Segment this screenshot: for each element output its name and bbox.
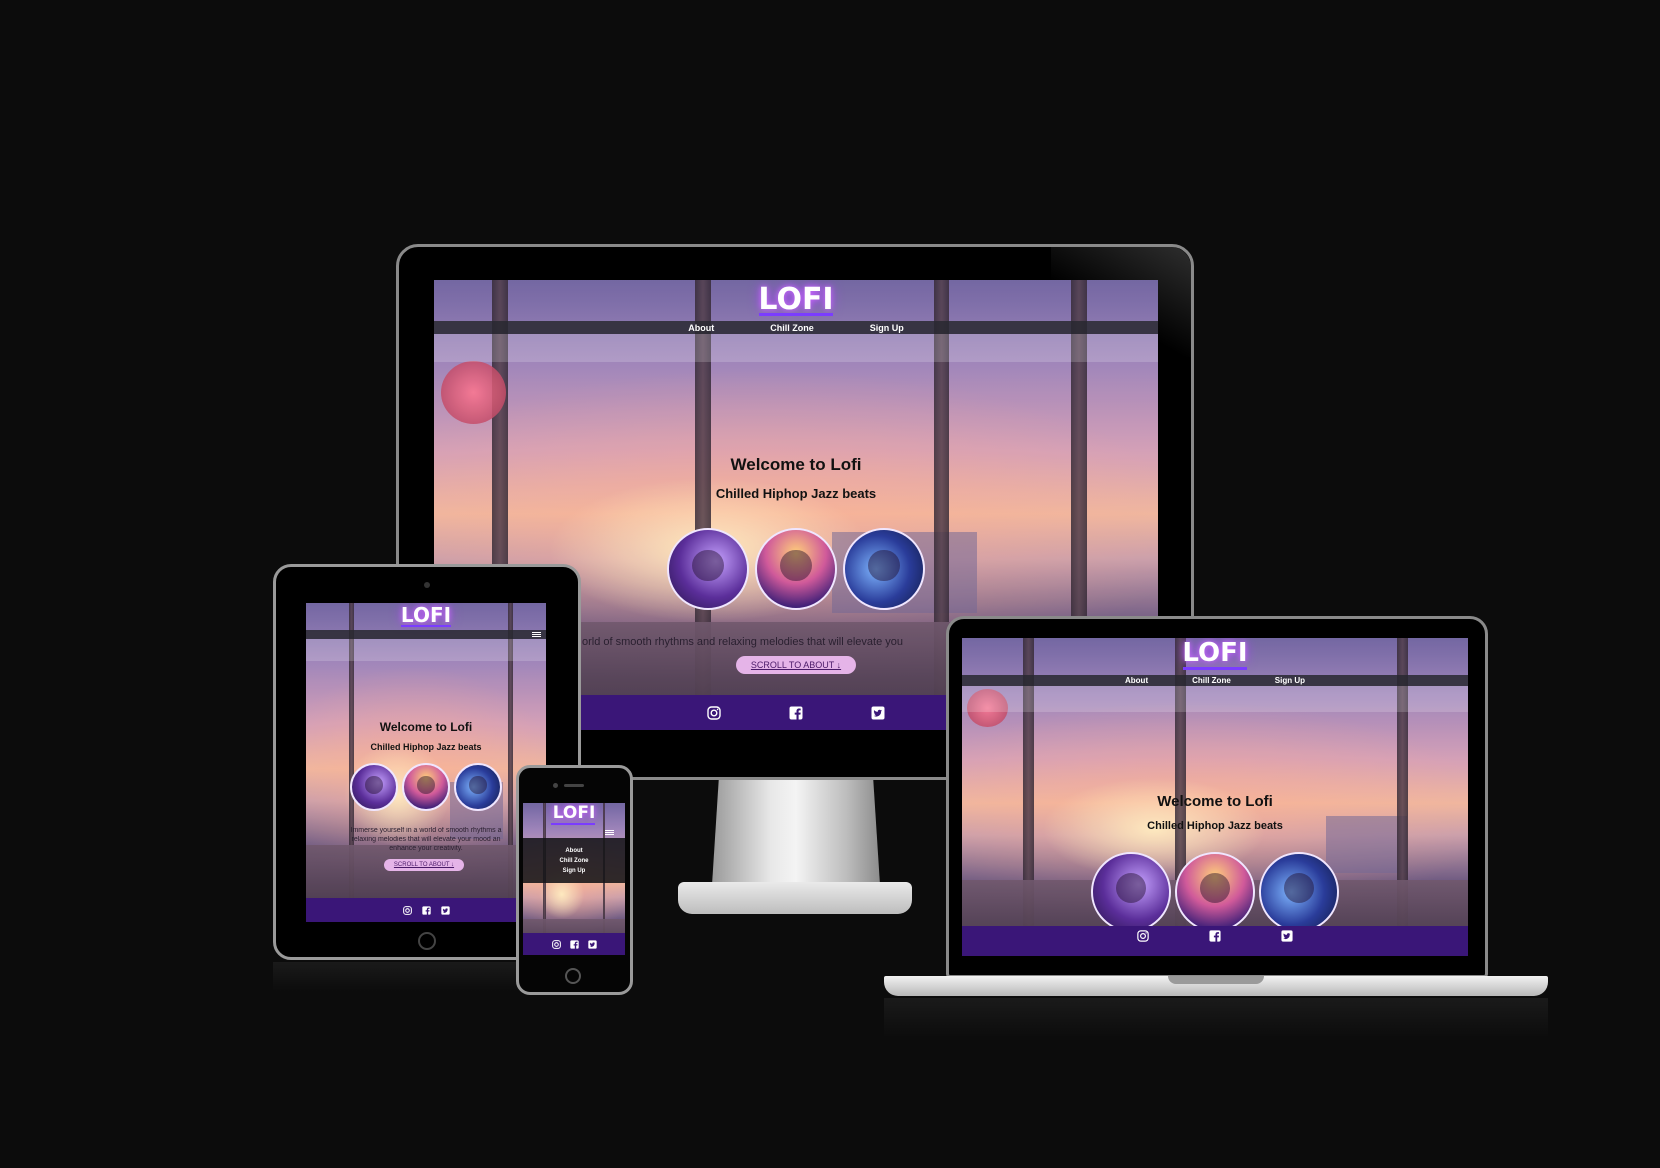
- nav-sign-up[interactable]: Sign Up: [1275, 676, 1305, 685]
- nav-chill-zone[interactable]: Chill Zone: [1192, 676, 1231, 685]
- facebook-icon[interactable]: [421, 905, 431, 915]
- artwork-thumbnail[interactable]: [755, 528, 837, 610]
- site-footer: [962, 926, 1468, 956]
- artwork-thumbnails: [962, 852, 1468, 932]
- mobile-nav-menu: About Chill Zone Sign Up: [523, 838, 625, 883]
- artwork-thumbnail[interactable]: [1091, 852, 1171, 932]
- artwork-thumbnail[interactable]: [1259, 852, 1339, 932]
- artwork-thumbnail[interactable]: [843, 528, 925, 610]
- brand-logo[interactable]: LOFI: [434, 282, 1158, 317]
- brand-logo[interactable]: LOFI: [306, 603, 546, 627]
- nav-sign-up[interactable]: Sign Up: [870, 323, 904, 333]
- main-nav: About Chill Zone Sign Up: [962, 675, 1468, 686]
- laptop-screen: LOFI About Chill Zone Sign Up Welcome to…: [962, 638, 1468, 956]
- instagram-icon[interactable]: [551, 939, 561, 949]
- nav-about[interactable]: About: [1125, 676, 1148, 685]
- hamburger-menu-icon[interactable]: [605, 829, 614, 835]
- brand-logo[interactable]: LOFI: [523, 803, 625, 823]
- twitter-icon[interactable]: [1281, 930, 1293, 942]
- instagram-icon[interactable]: [402, 905, 412, 915]
- main-nav: About Chill Zone Sign Up: [434, 321, 1158, 334]
- main-nav-collapsed: [306, 630, 546, 639]
- nav-chill-zone[interactable]: Chill Zone: [770, 323, 814, 333]
- phone-screen: LOFI About Chill Zone Sign Up: [523, 803, 625, 955]
- nav-about[interactable]: About: [688, 323, 714, 333]
- scroll-to-about-button[interactable]: SCROLL TO ABOUT ↓: [384, 859, 464, 871]
- artwork-thumbnail[interactable]: [350, 763, 398, 811]
- hero-subtitle: Chilled Hiphop Jazz beats: [715, 486, 877, 501]
- twitter-icon[interactable]: [440, 905, 450, 915]
- hero-title: Welcome to Lofi: [1157, 793, 1273, 810]
- facebook-icon[interactable]: [789, 706, 803, 720]
- nav-chill-zone[interactable]: Chill Zone: [560, 858, 589, 864]
- hamburger-menu-icon[interactable]: [532, 630, 541, 637]
- artwork-thumbnail[interactable]: [454, 763, 502, 811]
- nav-about[interactable]: About: [565, 848, 582, 854]
- twitter-icon[interactable]: [587, 939, 597, 949]
- monitor-base: [678, 882, 912, 914]
- scroll-to-about-button[interactable]: SCROLL TO ABOUT ↓: [736, 656, 856, 674]
- artwork-thumbnail[interactable]: [402, 763, 450, 811]
- artwork-thumbnail[interactable]: [667, 528, 749, 610]
- site-footer: [523, 933, 625, 955]
- artwork-thumbnail[interactable]: [1175, 852, 1255, 932]
- facebook-icon[interactable]: [1209, 930, 1221, 942]
- facebook-icon[interactable]: [569, 939, 579, 949]
- nav-sign-up[interactable]: Sign Up: [563, 868, 586, 874]
- hero-subtitle: Chilled Hiphop Jazz beats: [1147, 820, 1283, 832]
- intro-text-line2: relaxing melodies that will elevate your…: [351, 836, 501, 843]
- site-footer: [306, 898, 546, 922]
- tablet-home-button: [418, 932, 436, 950]
- hero-subtitle: Chilled Hiphop Jazz beats: [370, 742, 482, 752]
- laptop-notch: [1168, 976, 1264, 984]
- brand-logo[interactable]: LOFI: [962, 638, 1468, 668]
- intro-text-line3: enhance your creativity.: [389, 845, 463, 852]
- instagram-icon[interactable]: [707, 705, 721, 720]
- phone-speaker: [564, 784, 584, 787]
- twitter-icon[interactable]: [871, 706, 885, 720]
- hero-title: Welcome to Lofi: [379, 720, 473, 734]
- instagram-icon[interactable]: [1137, 930, 1149, 942]
- phone-camera: [553, 783, 558, 788]
- tablet-screen: LOFI Welcome to Lofi Chilled Hiphop Jazz…: [306, 603, 546, 922]
- hero-title: Welcome to Lofi: [730, 455, 862, 474]
- monitor-stand: [712, 780, 880, 885]
- phone-home-button: [565, 968, 581, 984]
- intro-text-line1: Immerse yourself in a world of smooth rh…: [350, 827, 502, 834]
- tablet-camera: [424, 582, 430, 588]
- artwork-thumbnails: [306, 763, 546, 811]
